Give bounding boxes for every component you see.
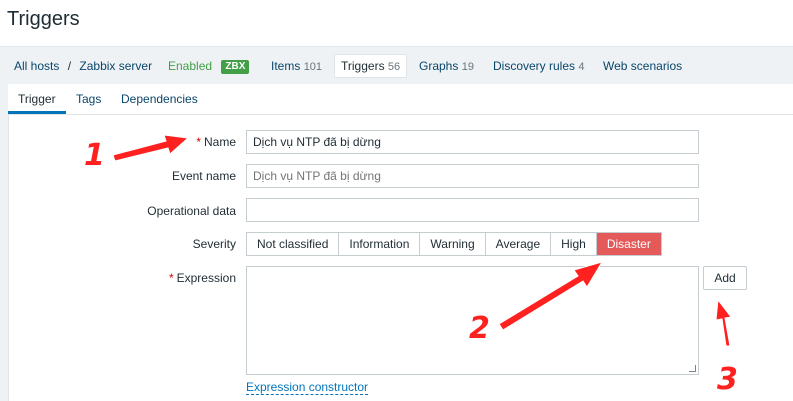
nav-triggers-label[interactable]: Triggers — [341, 59, 385, 73]
tab-dependencies-label[interactable]: Dependencies — [121, 92, 198, 106]
nav-graphs-count: 19 — [461, 61, 474, 73]
severity-not-classified[interactable]: Not classified — [247, 233, 340, 255]
nav-graphs-label[interactable]: Graphs — [419, 59, 458, 73]
tab-trigger-label[interactable]: Trigger — [18, 92, 56, 106]
name-label: * Name — [196, 135, 236, 149]
nav-web-scenarios[interactable]: Web scenarios — [603, 47, 682, 85]
tab-tags-label[interactable]: Tags — [76, 92, 101, 106]
expression-constructor-link[interactable]: Expression constructor — [246, 380, 369, 395]
resize-handle-icon[interactable] — [689, 365, 696, 372]
nav-items-count: 101 — [303, 61, 323, 73]
expression-label-text: Expression — [176, 271, 236, 285]
severity-high[interactable]: High — [551, 233, 597, 255]
host-status: Enabled ZBX — [168, 47, 250, 85]
nav-discovery-count: 4 — [578, 61, 585, 73]
nav-discovery-label[interactable]: Discovery rules — [493, 59, 575, 73]
expression-label: * Expression — [169, 271, 236, 285]
tab-trigger[interactable]: Trigger — [18, 92, 56, 106]
nav-items[interactable]: Items 101 — [271, 47, 322, 85]
tab-dependencies[interactable]: Dependencies — [121, 92, 198, 106]
nav-items-label[interactable]: Items — [271, 59, 300, 73]
required-mark: * — [196, 135, 201, 149]
nav-triggers[interactable]: Triggers 56 — [334, 54, 408, 78]
severity-average[interactable]: Average — [486, 233, 552, 255]
severity-disaster[interactable]: Disaster — [596, 233, 661, 255]
host-navigation: All hosts / Zabbix server Enabled ZBX It… — [0, 46, 793, 84]
host-status-enabled[interactable]: Enabled — [168, 59, 212, 73]
event-name-input[interactable] — [246, 164, 699, 188]
severity-information[interactable]: Information — [339, 233, 421, 255]
severity-selector: Not classified Information Warning Avera… — [246, 232, 662, 256]
zbx-availability-badge: ZBX — [221, 60, 250, 74]
nav-discovery-rules[interactable]: Discovery rules 4 — [493, 47, 585, 85]
form-tabs: Trigger Tags Dependencies — [0, 84, 793, 114]
annotation-marker-2: 2 — [469, 311, 490, 346]
host-link[interactable]: Zabbix server — [79, 59, 152, 73]
all-hosts-link[interactable]: All hosts — [14, 59, 59, 73]
event-name-label: Event name — [171, 169, 236, 183]
left-gutter — [0, 84, 8, 401]
breadcrumb: All hosts / Zabbix server — [14, 47, 152, 85]
operational-data-input[interactable] — [246, 198, 699, 222]
annotation-marker-1: 1 — [84, 138, 105, 173]
tab-tags[interactable]: Tags — [76, 92, 101, 106]
severity-label: Severity — [192, 237, 236, 251]
annotation-marker-3: 3 — [717, 362, 738, 397]
required-mark: * — [168, 271, 174, 285]
page-title: Triggers — [7, 8, 80, 30]
nav-triggers-count: 56 — [387, 61, 401, 73]
severity-warning[interactable]: Warning — [420, 233, 486, 255]
nav-graphs[interactable]: Graphs 19 — [419, 47, 474, 85]
name-input[interactable] — [246, 130, 699, 154]
breadcrumb-separator: / — [67, 59, 72, 73]
name-label-text: Name — [203, 135, 236, 149]
nav-web-label[interactable]: Web scenarios — [603, 59, 682, 73]
add-expression-button[interactable]: Add — [703, 266, 747, 290]
operational-data-label: Operational data — [147, 204, 236, 218]
